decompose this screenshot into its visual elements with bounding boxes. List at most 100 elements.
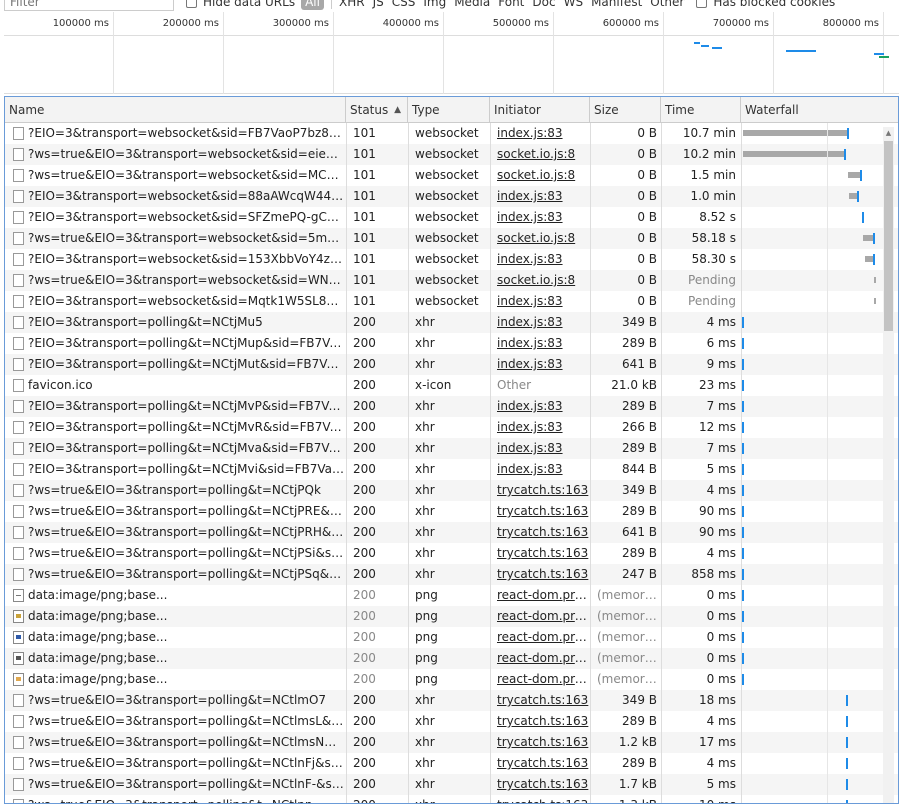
initiator-link[interactable]: index.js:83 (497, 462, 563, 476)
table-row[interactable]: ?ws=true&EIO=3&transport=polling&t=NCtlm… (5, 711, 898, 732)
initiator-link[interactable]: index.js:83 (497, 210, 563, 224)
table-row[interactable]: ?ws=true&EIO=3&transport=polling&t=NCtlm… (5, 732, 898, 753)
initiator-link[interactable]: react-dom.pro... (497, 651, 589, 665)
initiator-link[interactable]: trycatch.ts:163 (497, 756, 588, 770)
image-icon (13, 652, 24, 665)
filter-type-ws[interactable]: WS (564, 0, 583, 9)
table-row[interactable]: ?EIO=3&transport=polling&t=NCtjMut&sid=F… (5, 354, 898, 375)
initiator-link[interactable]: index.js:83 (497, 420, 563, 434)
table-row[interactable]: ?EIO=3&transport=websocket&sid=153XbbVoY… (5, 249, 898, 270)
column-header-waterfall[interactable]: Waterfall (741, 97, 898, 123)
table-row[interactable]: data:image/png;base... 200 png react-dom.pr… (5, 585, 898, 606)
table-row[interactable]: ?EIO=3&transport=websocket&sid=88aAWcqW4… (5, 186, 898, 207)
row-name: ?EIO=3&transport=polling&t=NCtjMup&sid=F… (28, 336, 345, 350)
initiator-link[interactable]: react-dom.pro... (497, 588, 589, 602)
initiator-link[interactable]: index.js:83 (497, 336, 563, 350)
filter-type-manifest[interactable]: Manifest (591, 0, 642, 9)
table-row[interactable]: ?ws=true&EIO=3&transport=polling&t=NCtjP… (5, 480, 898, 501)
table-row[interactable]: ?ws=true&EIO=3&transport=polling&t=NCtjP… (5, 522, 898, 543)
waterfall-wait-bar (865, 256, 873, 262)
column-header-name[interactable]: Name (5, 97, 346, 123)
table-row[interactable]: ?ws=true&EIO=3&transport=polling&t=NCtln… (5, 774, 898, 795)
has-blocked-cookies-checkbox[interactable] (696, 0, 708, 8)
table-row[interactable]: ?ws=true&EIO=3&transport=polling&t=NCtjP… (5, 501, 898, 522)
filter-type-media[interactable]: Media (454, 0, 490, 9)
initiator-link[interactable]: index.js:83 (497, 189, 563, 203)
initiator-link[interactable]: index.js:83 (497, 294, 563, 308)
row-size: 0 B (637, 273, 657, 287)
table-row[interactable]: ?EIO=3&transport=polling&t=NCtjMup&sid=F… (5, 333, 898, 354)
table-row[interactable]: ?ws=true&EIO=3&transport=websocket&sid=5… (5, 228, 898, 249)
hide-data-urls-checkbox[interactable] (186, 0, 197, 8)
initiator-link[interactable]: trycatch.ts:163 (497, 525, 588, 539)
initiator-link[interactable]: trycatch.ts:163 (497, 483, 588, 497)
column-header-initiator[interactable]: Initiator (490, 97, 590, 123)
overview-timeline[interactable]: 100000 ms 200000 ms 300000 ms 400000 ms 5000… (4, 12, 899, 94)
initiator-link[interactable]: index.js:83 (497, 441, 563, 455)
initiator-link[interactable]: index.js:83 (497, 126, 563, 140)
row-size: 641 B (622, 525, 657, 539)
table-row[interactable]: data:image/png;base... 200 png react-dom.pr… (5, 606, 898, 627)
filter-input[interactable] (4, 0, 174, 11)
column-header-size[interactable]: Size (590, 97, 661, 123)
table-row[interactable]: data:image/png;base... 200 png react-dom.pr… (5, 648, 898, 669)
table-row[interactable]: ?ws=true&EIO=3&transport=websocket&sid=e… (5, 144, 898, 165)
initiator-link[interactable]: index.js:83 (497, 252, 563, 266)
table-row[interactable]: ?EIO=3&transport=polling&t=NCtjMvP&sid=F… (5, 396, 898, 417)
initiator-link[interactable]: react-dom.pro... (497, 609, 589, 623)
table-row[interactable]: favicon.ico 200 x-icon Other 21.0 kB 23 ms (5, 375, 898, 396)
initiator-link[interactable]: index.js:83 (497, 399, 563, 413)
column-header-status[interactable]: Status ▲ (346, 97, 408, 123)
filter-type-font[interactable]: Font (498, 0, 524, 9)
filter-type-doc[interactable]: Doc (532, 0, 555, 9)
table-row[interactable]: ?ws=true&EIO=3&transport=websocket&sid=M… (5, 165, 898, 186)
initiator-link[interactable]: trycatch.ts:163 (497, 693, 588, 707)
table-row[interactable]: ?ws=true&EIO=3&transport=websocket&sid=W… (5, 270, 898, 291)
filter-type-all[interactable]: All (301, 0, 324, 10)
filter-type-xhr[interactable]: XHR (339, 0, 365, 9)
table-row[interactable]: ?EIO=3&transport=websocket&sid=SFZmePQ-g… (5, 207, 898, 228)
initiator-link[interactable]: trycatch.ts:163 (497, 777, 588, 791)
initiator-link[interactable]: trycatch.ts:163 (497, 546, 588, 560)
scroll-up-icon[interactable]: ▲ (883, 127, 894, 139)
row-time: 858 ms (691, 567, 736, 581)
row-time: 5 ms (706, 462, 736, 476)
initiator-link[interactable]: index.js:83 (497, 315, 563, 329)
column-header-type[interactable]: Type (408, 97, 490, 123)
table-row[interactable]: ?EIO=3&transport=polling&t=NCtjMva&sid=F… (5, 438, 898, 459)
row-initiator: react-dom.pro... (493, 606, 589, 627)
initiator-link[interactable]: trycatch.ts:163 (497, 567, 588, 581)
table-row[interactable]: ?ws=true&EIO=3&transport=polling&t=NCtln… (5, 753, 898, 774)
initiator-link[interactable]: socket.io.js:8 (497, 147, 575, 161)
filter-type-img[interactable]: Img (423, 0, 446, 9)
column-header-time[interactable]: Time (661, 97, 741, 123)
filter-type-css[interactable]: CSS (392, 0, 416, 9)
table-row[interactable]: data:image/png;base... 200 png react-dom.pr… (5, 669, 898, 690)
table-row[interactable]: ?ws=true&EIO=3&transport=polling&t=NCtln… (5, 795, 898, 803)
initiator-link[interactable]: trycatch.ts:163 (497, 798, 588, 803)
scrollbar-thumb[interactable] (884, 141, 893, 331)
initiator-link[interactable]: socket.io.js:8 (497, 273, 575, 287)
table-row[interactable]: ?ws=true&EIO=3&transport=polling&t=NCtjP… (5, 543, 898, 564)
initiator-link[interactable]: socket.io.js:8 (497, 168, 575, 182)
initiator-link[interactable]: trycatch.ts:163 (497, 504, 588, 518)
table-row[interactable]: ?ws=true&EIO=3&transport=polling&t=NCtlm… (5, 690, 898, 711)
table-row[interactable]: ?EIO=3&transport=websocket&sid=Mqtk1W5SL… (5, 291, 898, 312)
table-row[interactable]: data:image/png;base... 200 png react-dom.pr… (5, 627, 898, 648)
row-initiator: trycatch.ts:163 (493, 774, 589, 795)
initiator-link[interactable]: index.js:83 (497, 357, 563, 371)
initiator-link[interactable]: react-dom.pro... (497, 672, 589, 686)
table-row[interactable]: ?ws=true&EIO=3&transport=polling&t=NCtjP… (5, 564, 898, 585)
vertical-scrollbar[interactable]: ▲ (883, 127, 894, 803)
initiator-link[interactable]: trycatch.ts:163 (497, 735, 588, 749)
filter-type-js[interactable]: JS (373, 0, 384, 9)
initiator-link[interactable]: react-dom.pro... (497, 630, 589, 644)
table-row[interactable]: ?EIO=3&transport=polling&t=NCtjMvR&sid=F… (5, 417, 898, 438)
initiator-link[interactable]: trycatch.ts:163 (497, 714, 588, 728)
table-row[interactable]: ?EIO=3&transport=polling&t=NCtjMu5 200 xhr… (5, 312, 898, 333)
initiator-link[interactable]: socket.io.js:8 (497, 231, 575, 245)
filter-type-other[interactable]: Other (650, 0, 684, 9)
table-row[interactable]: ?EIO=3&transport=polling&t=NCtjMvi&sid=F… (5, 459, 898, 480)
table-row[interactable]: ?EIO=3&transport=websocket&sid=FB7VaoP7b… (5, 123, 898, 144)
waterfall-download-bar (742, 359, 744, 370)
